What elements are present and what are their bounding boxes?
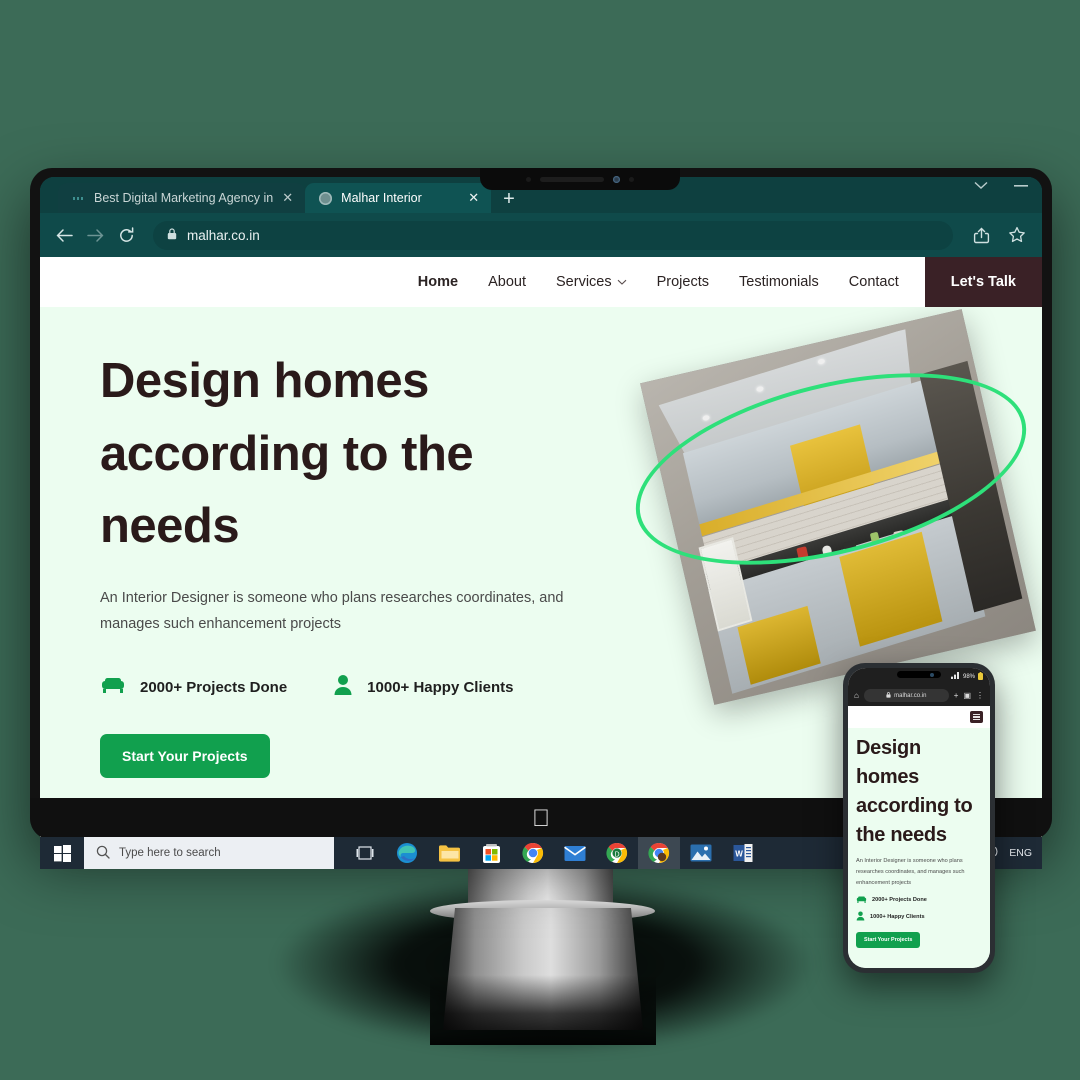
taskbar-language[interactable]: ENG <box>1009 847 1032 859</box>
hamburger-icon[interactable] <box>970 711 983 723</box>
new-tab-button[interactable]: + <box>491 189 527 213</box>
person-icon <box>856 911 865 923</box>
tab-close-icon[interactable]: ✕ <box>282 190 293 206</box>
phone-start-projects-button[interactable]: Start Your Projects <box>856 931 921 948</box>
task-view-icon[interactable] <box>344 837 386 869</box>
address-bar[interactable]: malhar.co.in <box>153 220 953 250</box>
back-icon[interactable] <box>56 228 73 243</box>
taskbar-search-placeholder: Type here to search <box>119 847 221 859</box>
notch-camera-icon <box>613 175 620 183</box>
phone-browser-bar: ⌂ malhar.co.in + ▣ ⋮ <box>848 685 990 706</box>
stat-clients: 1000+ Happy Clients <box>333 674 514 700</box>
site-nav-links: Home About Services Projects Testimonial… <box>418 274 899 290</box>
file-explorer-icon[interactable] <box>428 837 470 869</box>
phone-status-bar: 98% <box>848 668 990 685</box>
tab-close-icon[interactable]: ✕ <box>468 190 479 206</box>
stat-projects: 2000+ Projects Done <box>100 675 287 699</box>
person-icon <box>333 674 353 700</box>
stat-clients-label: 1000+ Happy Clients <box>367 678 514 696</box>
chrome-active-icon[interactable] <box>638 837 680 869</box>
windows-start-icon[interactable] <box>40 844 84 862</box>
mail-icon[interactable] <box>554 837 596 869</box>
svg-text:W: W <box>735 850 743 859</box>
forward-icon[interactable] <box>87 228 104 243</box>
hero-paragraph: An Interior Designer is someone who plan… <box>100 589 564 633</box>
edge-icon[interactable] <box>386 837 428 869</box>
phone-hero-heading: Design homes according to the needs <box>856 737 973 846</box>
notch-sensor-icon <box>526 176 531 182</box>
microsoft-store-icon[interactable] <box>470 837 512 869</box>
nav-item-home[interactable]: Home <box>418 274 458 290</box>
phone-battery-text: 98% <box>962 673 975 680</box>
phone-battery-icon <box>978 671 983 682</box>
site-navbar: Home About Services Projects Testimonial… <box>40 257 1042 307</box>
reload-icon[interactable] <box>118 226 135 244</box>
phone-signal-icon <box>950 672 960 681</box>
apple-logo:  <box>532 807 550 831</box>
phone-home-icon[interactable]: ⌂ <box>854 691 859 700</box>
tab-title: Malhar Interior <box>341 191 422 205</box>
phone-tabs-icon[interactable]: ▣ <box>963 691 971 700</box>
nav-item-services[interactable]: Services <box>556 274 627 290</box>
phone-lock-icon <box>886 691 891 700</box>
nav-item-contact[interactable]: Contact <box>849 274 899 290</box>
hero-stats: 2000+ Projects Done 1000+ Happy Clients <box>100 674 610 700</box>
hero-copy: Design homes according to the needs An I… <box>100 345 610 779</box>
monitor-notch <box>480 168 680 190</box>
search-icon <box>96 845 110 862</box>
sofa-icon <box>100 675 126 699</box>
photos-icon[interactable] <box>680 837 722 869</box>
phone-stat-projects: 2000+ Projects Done <box>856 895 982 906</box>
phone-stat-clients-label: 1000+ Happy Clients <box>870 913 925 920</box>
phone-hero-paragraph: An Interior Designer is someone who plan… <box>856 858 965 887</box>
phone-menu-icon[interactable]: ⋮ <box>976 691 984 700</box>
toolbar-actions <box>973 226 1026 244</box>
phone-address-bar[interactable]: malhar.co.in <box>863 689 949 702</box>
phone-site-navbar <box>848 706 990 728</box>
window-controls <box>974 181 1028 190</box>
notch-speaker-icon <box>540 176 604 182</box>
notch-sensor2-icon <box>629 176 634 182</box>
nav-item-projects[interactable]: Projects <box>657 274 709 290</box>
phone-stat-projects-label: 2000+ Projects Done <box>872 897 927 904</box>
phone-hero: Design homes according to the needs An I… <box>848 728 990 968</box>
nav-item-about[interactable]: About <box>488 274 526 290</box>
chrome-icon[interactable] <box>512 837 554 869</box>
browser-toolbar: malhar.co.in <box>40 213 1042 257</box>
hero-heading: Design homes according to the needs <box>100 354 474 554</box>
taskbar-search-box[interactable]: Type here to search <box>84 837 334 869</box>
tab-title: Best Digital Marketing Agency in <box>94 191 274 205</box>
chevron-down-icon <box>617 278 627 289</box>
address-bar-url: malhar.co.in <box>187 227 260 243</box>
tab-favicon-dots-icon <box>72 192 85 205</box>
phone-new-tab-icon[interactable]: + <box>954 691 959 700</box>
browser-tab-1[interactable]: Best Digital Marketing Agency in ✕ <box>58 183 306 213</box>
browser-tab-2[interactable]: Malhar Interior ✕ <box>305 183 492 213</box>
tab-favicon-globe-icon <box>319 191 333 205</box>
phone-notch <box>897 671 941 678</box>
word-icon[interactable]: W <box>722 837 764 869</box>
lets-talk-button[interactable]: Let's Talk <box>924 257 1042 307</box>
start-your-projects-button[interactable]: Start Your Projects <box>100 734 270 779</box>
stat-projects-label: 2000+ Projects Done <box>140 678 288 696</box>
share-icon[interactable] <box>973 227 990 244</box>
star-icon[interactable] <box>1008 226 1026 244</box>
phone-mockup: 98% ⌂ malhar.co.in + ▣ ⋮ Design homes ac… <box>843 663 995 973</box>
phone-stat-clients: 1000+ Happy Clients <box>856 911 982 923</box>
taskbar-app-icons: D W <box>344 837 764 869</box>
monitor-stand-fade <box>430 975 656 1045</box>
sofa-icon <box>856 895 867 906</box>
nav-item-testimonials[interactable]: Testimonials <box>739 274 819 290</box>
chevron-down-icon[interactable] <box>974 181 988 190</box>
svg-text:D: D <box>614 852 619 859</box>
phone-url-text: malhar.co.in <box>894 692 927 699</box>
minimize-icon[interactable] <box>1014 184 1028 188</box>
phone-screen: 98% ⌂ malhar.co.in + ▣ ⋮ Design homes ac… <box>848 668 990 968</box>
lock-icon <box>167 227 177 243</box>
chrome-dev-icon[interactable]: D <box>596 837 638 869</box>
